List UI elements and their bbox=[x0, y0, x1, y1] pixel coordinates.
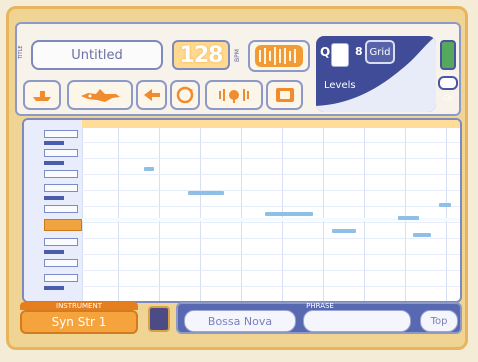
timeline-ruler[interactable] bbox=[82, 120, 460, 128]
quantize-toggle[interactable] bbox=[331, 43, 349, 67]
grid-line bbox=[200, 128, 201, 301]
instrument-header: INSTRUMENT bbox=[20, 302, 138, 310]
grid-line bbox=[118, 128, 119, 301]
note-block[interactable] bbox=[265, 212, 313, 216]
phrase-empty-slot[interactable] bbox=[303, 310, 411, 332]
piano-key[interactable] bbox=[44, 250, 64, 254]
grid-button[interactable]: Grid bbox=[365, 40, 395, 64]
tool-button-audio[interactable] bbox=[205, 80, 263, 110]
tempo-display[interactable]: 128 bbox=[172, 40, 230, 70]
grid-row-line bbox=[82, 238, 460, 239]
instrument-name-button[interactable]: Syn Str 1 bbox=[20, 310, 138, 334]
grid-row-line bbox=[82, 286, 460, 287]
piano-key[interactable] bbox=[44, 170, 78, 178]
grid-line bbox=[446, 128, 447, 301]
title-field[interactable]: Untitled bbox=[31, 40, 163, 70]
grid-line bbox=[323, 128, 324, 301]
grid-row-line bbox=[82, 142, 460, 143]
note-block[interactable] bbox=[413, 233, 431, 237]
note-block[interactable] bbox=[144, 167, 154, 171]
piano-key[interactable] bbox=[44, 130, 78, 138]
grid-line bbox=[241, 128, 242, 301]
grid-row-line bbox=[82, 222, 460, 223]
piano-key[interactable] bbox=[44, 274, 78, 282]
note-block[interactable] bbox=[188, 191, 224, 195]
levels-label: Levels bbox=[324, 80, 356, 91]
tool-button-pointer[interactable] bbox=[136, 80, 167, 110]
grid-row-line bbox=[82, 254, 460, 255]
bird-tool-icon bbox=[81, 89, 120, 102]
piano-key[interactable] bbox=[44, 286, 64, 290]
piano-key[interactable] bbox=[44, 196, 64, 200]
tool-button-film[interactable] bbox=[266, 80, 303, 110]
pointer-tool-icon bbox=[143, 89, 160, 101]
hand-tool-icon bbox=[33, 91, 51, 101]
grid-row-line bbox=[82, 190, 460, 191]
phrase-thumbnail-icon[interactable] bbox=[148, 306, 170, 332]
film-tool-icon bbox=[275, 88, 294, 102]
piano-key[interactable] bbox=[44, 141, 64, 145]
grid-row-line bbox=[82, 174, 460, 175]
piano-key[interactable] bbox=[44, 149, 78, 157]
resolution-label: 8 bbox=[355, 45, 363, 58]
bpm-label: BPM bbox=[234, 49, 241, 63]
audio-tool-icon bbox=[219, 89, 249, 103]
grid-row-line bbox=[82, 158, 460, 159]
clear-label: Clr bbox=[443, 94, 453, 102]
piano-key[interactable] bbox=[44, 259, 78, 267]
piano-key[interactable] bbox=[44, 238, 78, 246]
grid-row-line bbox=[82, 270, 460, 271]
grid-row-line bbox=[82, 206, 460, 207]
waveform-icon bbox=[255, 45, 303, 67]
note-block[interactable] bbox=[332, 229, 356, 233]
piano-key[interactable] bbox=[44, 205, 78, 213]
note-block[interactable] bbox=[439, 203, 451, 207]
waveform-button[interactable] bbox=[248, 40, 310, 72]
phrase-header: PHRASE bbox=[306, 302, 334, 310]
loop-tool-icon bbox=[176, 86, 194, 104]
quantize-label: Q bbox=[320, 45, 331, 59]
tool-button-loop[interactable] bbox=[170, 80, 200, 110]
phrase-style-button[interactable]: Bossa Nova bbox=[184, 310, 296, 332]
tool-button-hand[interactable] bbox=[23, 80, 61, 110]
grid-line bbox=[364, 128, 365, 301]
grid-line bbox=[405, 128, 406, 301]
clear-button[interactable] bbox=[438, 76, 458, 90]
piano-key[interactable] bbox=[44, 161, 64, 165]
level-meter bbox=[440, 40, 456, 70]
piano-key[interactable] bbox=[44, 184, 78, 192]
grid-line bbox=[159, 128, 160, 301]
note-block[interactable] bbox=[398, 216, 419, 220]
piano-keyboard[interactable] bbox=[24, 120, 82, 301]
phrase-end-button[interactable]: Top bbox=[420, 310, 458, 332]
grid-line bbox=[82, 128, 83, 301]
title-side-label: TITLE bbox=[18, 45, 24, 59]
tool-button-bird[interactable] bbox=[67, 80, 133, 110]
sequencer-grid[interactable] bbox=[22, 118, 462, 303]
active-piano-key[interactable] bbox=[44, 219, 82, 231]
